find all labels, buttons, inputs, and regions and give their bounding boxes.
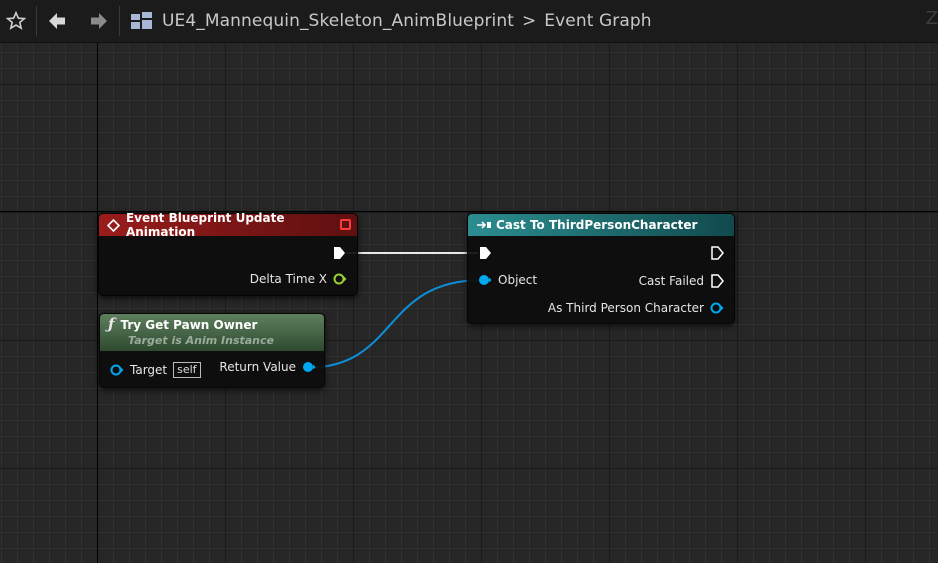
pin-label: As Third Person Character bbox=[547, 301, 704, 315]
object-pin-icon[interactable] bbox=[110, 363, 124, 377]
exec-out-pin-icon[interactable] bbox=[710, 246, 724, 260]
pin-label: Delta Time X bbox=[249, 272, 327, 286]
function-icon: ƒ bbox=[108, 315, 115, 333]
event-diamond-icon bbox=[107, 218, 120, 232]
blueprint-icon-wrapper bbox=[124, 0, 160, 42]
back-arrow-icon bbox=[49, 13, 65, 29]
object-pin-icon[interactable] bbox=[478, 273, 492, 287]
node-title: Cast To ThirdPersonCharacter bbox=[496, 218, 698, 232]
node-subtitle: Target is Anim Instance bbox=[128, 334, 274, 347]
float-pin-icon[interactable] bbox=[333, 272, 347, 286]
graph-toolbar: UE4_Mannequin_Skeleton_AnimBlueprint > E… bbox=[0, 0, 938, 43]
pin-label: Object bbox=[498, 273, 538, 287]
target-pin[interactable]: Target self bbox=[110, 362, 201, 378]
delegate-pin-icon[interactable] bbox=[340, 219, 351, 230]
blueprint-icon bbox=[131, 12, 152, 29]
node-header: Cast To ThirdPersonCharacter bbox=[468, 214, 734, 236]
exec-out-pin-icon[interactable] bbox=[710, 274, 724, 288]
object-pin-icon[interactable] bbox=[302, 360, 316, 374]
toolbar-divider bbox=[36, 6, 37, 36]
cast-failed-pin[interactable]: Cast Failed bbox=[639, 274, 724, 288]
event-update-animation-node[interactable]: Event Blueprint Update Animation Delta T… bbox=[98, 211, 358, 296]
object-pin[interactable]: Object bbox=[478, 273, 537, 287]
pin-label: Target bbox=[130, 363, 168, 377]
node-header: Event Blueprint Update Animation bbox=[99, 211, 357, 239]
node-header: ƒ Try Get Pawn Owner Target is Anim Inst… bbox=[100, 314, 324, 351]
back-button[interactable] bbox=[41, 0, 73, 42]
star-icon bbox=[6, 11, 26, 30]
pin-label: Cast Failed bbox=[638, 274, 704, 288]
try-get-pawn-owner-node[interactable]: ƒ Try Get Pawn Owner Target is Anim Inst… bbox=[99, 313, 325, 388]
toolbar-divider bbox=[119, 6, 120, 36]
cast-to-third-person-character-node[interactable]: Cast To ThirdPersonCharacter Object Cast… bbox=[467, 213, 735, 324]
node-title: Try Get Pawn Owner bbox=[120, 318, 258, 332]
forward-arrow-icon bbox=[91, 13, 107, 29]
breadcrumb-separator: > bbox=[522, 11, 537, 31]
cast-arrow-icon bbox=[477, 221, 491, 229]
exec-in-pin-icon[interactable] bbox=[478, 246, 492, 260]
pin-label: Return Value bbox=[219, 360, 296, 374]
favorite-button[interactable] bbox=[0, 0, 32, 42]
delta-time-pin[interactable]: Delta Time X bbox=[250, 272, 347, 286]
exec-out-pin-icon[interactable] bbox=[332, 246, 346, 260]
node-title: Event Blueprint Update Animation bbox=[125, 211, 285, 239]
zoom-label: Z bbox=[925, 8, 938, 29]
breadcrumb-graph[interactable]: Event Graph bbox=[544, 11, 651, 31]
object-pin-icon[interactable] bbox=[710, 301, 724, 315]
return-value-pin[interactable]: Return Value bbox=[219, 360, 316, 374]
forward-button[interactable] bbox=[83, 0, 115, 42]
breadcrumb-asset[interactable]: UE4_Mannequin_Skeleton_AnimBlueprint bbox=[162, 11, 514, 31]
as-third-person-character-pin[interactable]: As Third Person Character bbox=[548, 301, 724, 315]
self-default-value[interactable]: self bbox=[173, 362, 201, 378]
